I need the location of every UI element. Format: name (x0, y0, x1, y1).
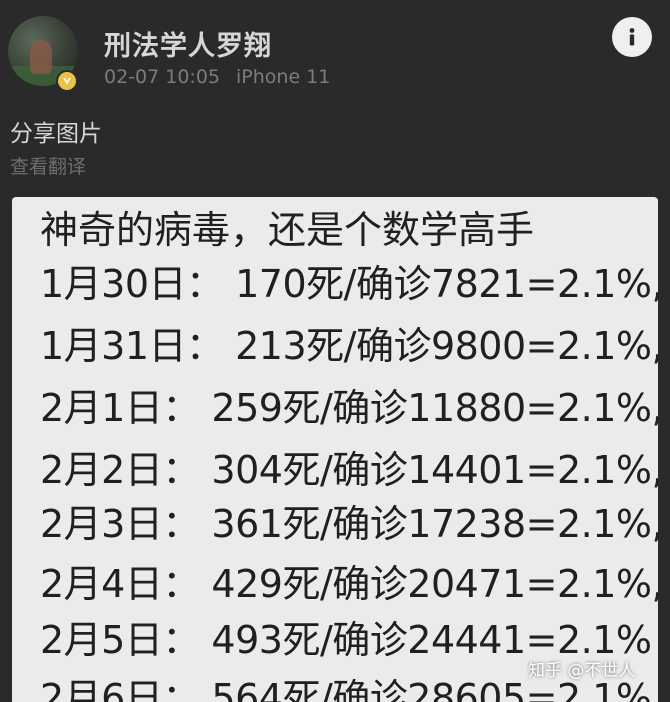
note-line: 2月4日： 429死/确诊20471=2.1%, (40, 562, 658, 606)
note-line: 1月31日： 213死/确诊9800=2.1%, (40, 324, 658, 368)
note-line: 2月2日： 304死/确诊14401=2.1%, (40, 448, 658, 492)
shared-image[interactable]: 神奇的病毒，还是个数学高手 1月30日： 170死/确诊7821=2.1%, 1… (12, 197, 658, 702)
post-device: iPhone 11 (236, 66, 331, 88)
post-screen: 刑法学人罗翔 02-07 10:05 iPhone 11 分享图片 查看翻译 神奇… (0, 0, 670, 702)
post-timestamp: 02-07 10:05 (104, 66, 221, 88)
watermark: 知乎 @不世人 (528, 661, 636, 681)
badge-glyph (63, 77, 71, 85)
translate-link[interactable]: 查看翻译 (10, 152, 86, 179)
info-icon (629, 28, 635, 46)
note-line: 2月1日： 259死/确诊11880=2.1%, (40, 386, 658, 430)
avatar-figure (30, 40, 52, 74)
post-text: 分享图片 (10, 121, 102, 147)
verified-badge-icon (56, 70, 78, 92)
note-title: 神奇的病毒，还是个数学高手 (40, 208, 535, 252)
note-line: 2月3日： 361死/确诊17238=2.1%, (40, 502, 658, 546)
post-meta: 02-07 10:05 iPhone 11 (104, 66, 330, 88)
username[interactable]: 刑法学人罗翔 (104, 24, 272, 63)
info-button[interactable] (612, 17, 652, 57)
note-line: 1月30日： 170死/确诊7821=2.1%, (40, 262, 658, 306)
